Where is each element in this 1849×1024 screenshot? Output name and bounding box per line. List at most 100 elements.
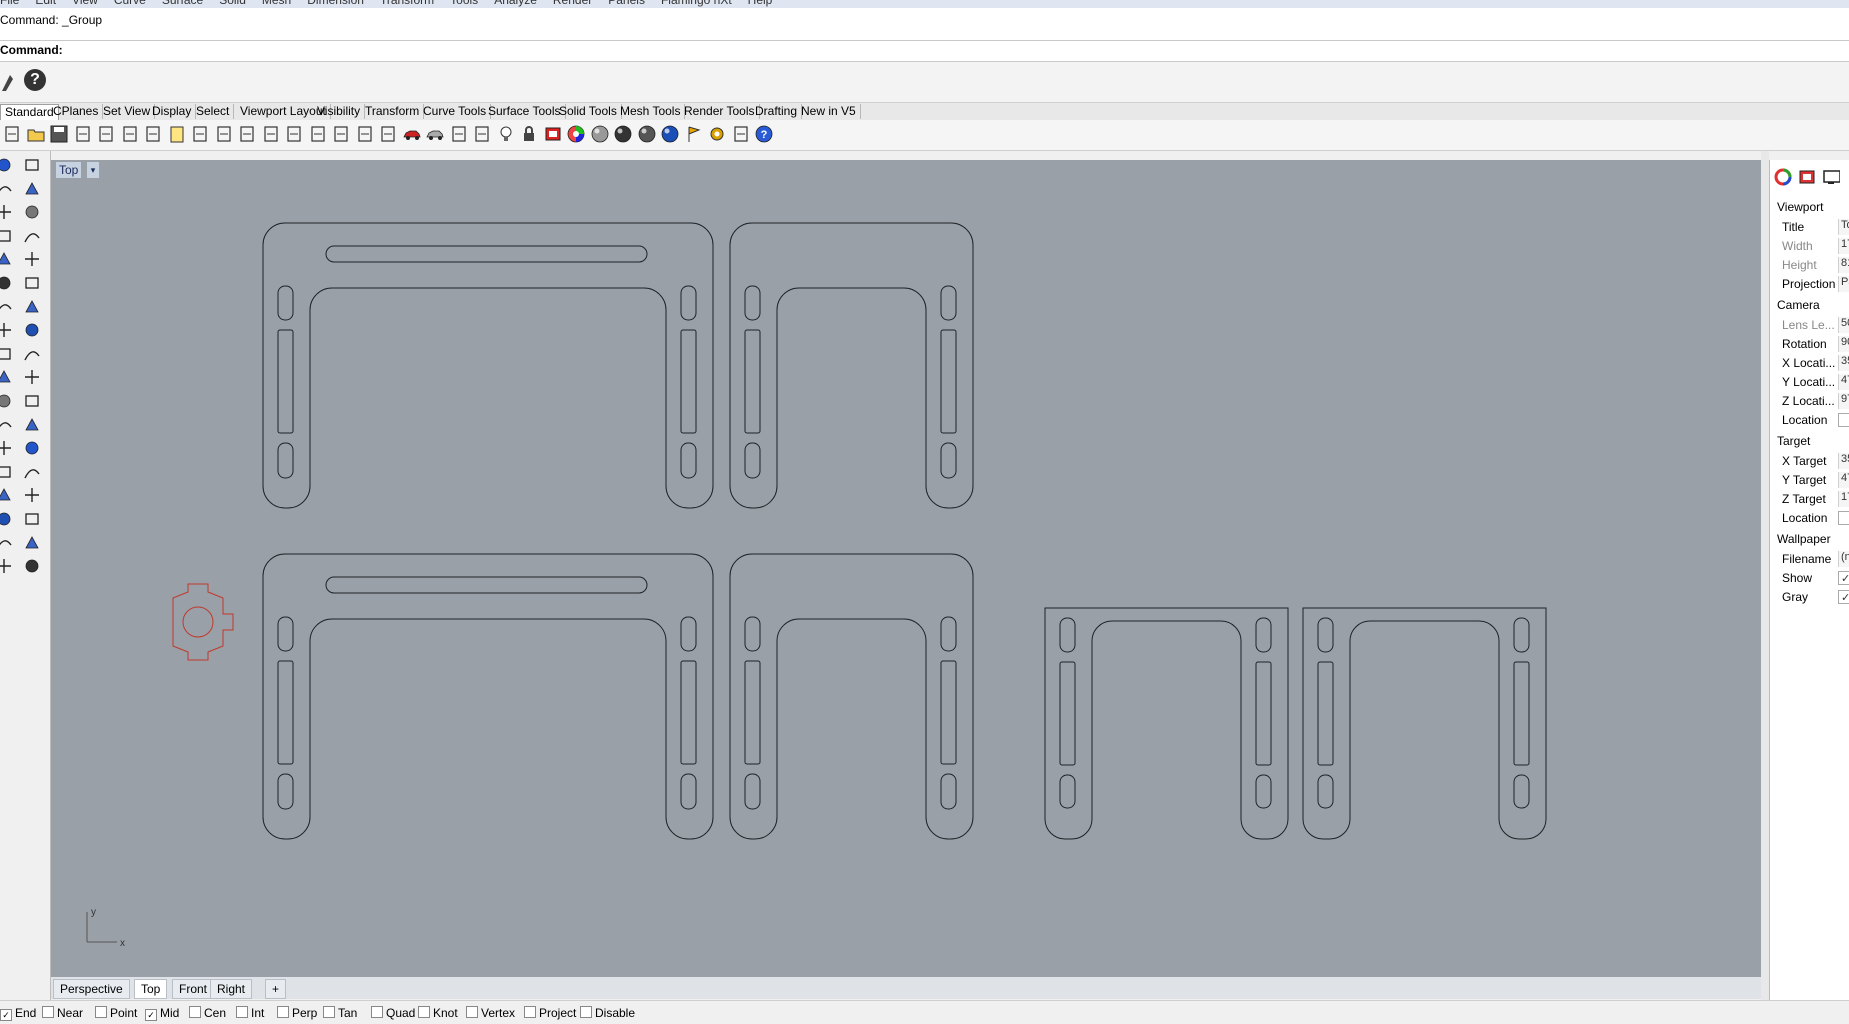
command-line[interactable]: Command: [0, 41, 1849, 62]
render-tool-icon[interactable] [0, 556, 14, 576]
property-value[interactable] [1838, 413, 1849, 427]
cut-icon[interactable] [120, 124, 140, 144]
loft-icon[interactable] [22, 273, 42, 293]
circle-icon[interactable] [0, 202, 14, 222]
sphere-dark-icon[interactable] [613, 124, 633, 144]
property-value[interactable]: ✓ [1838, 590, 1849, 604]
viewport-title-label[interactable]: Top [56, 162, 82, 178]
menu-item-2[interactable]: View [72, 0, 98, 7]
curve-icon[interactable] [0, 249, 14, 269]
toolbar-tab-surface-tools[interactable]: Surface Tools [484, 104, 566, 119]
toolbar-tab-drafting[interactable]: Drafting [751, 104, 803, 119]
surface-icon[interactable] [0, 273, 14, 293]
menu-item-9[interactable]: Tools [450, 0, 478, 7]
osnap-checkbox[interactable] [466, 1006, 478, 1018]
property-section-target[interactable]: Target [1777, 434, 1810, 448]
top-viewport[interactable]: yx [51, 160, 1761, 977]
layout-grid-icon[interactable] [378, 124, 398, 144]
mirror-icon[interactable] [22, 462, 42, 482]
menu-item-8[interactable]: Transform [380, 0, 434, 7]
toolbar-tab-display[interactable]: Display [148, 104, 197, 119]
layer-icon[interactable] [543, 124, 563, 144]
property-value[interactable]: 81 [1838, 257, 1849, 273]
group-icon[interactable] [22, 391, 42, 411]
osnap-checkbox[interactable] [277, 1006, 289, 1018]
pan-icon[interactable] [214, 124, 234, 144]
zoom-dynamic-icon[interactable] [331, 124, 351, 144]
toolbar-tab-render-tools[interactable]: Render Tools [680, 104, 760, 119]
rectangle-icon[interactable] [22, 226, 42, 246]
property-value[interactable]: 90 [1838, 336, 1849, 352]
line-icon[interactable] [0, 179, 14, 199]
part-small-1[interactable] [1044, 607, 1289, 840]
property-section-wallpaper[interactable]: Wallpaper [1777, 532, 1831, 546]
analysis-icon[interactable] [0, 533, 14, 553]
open-icon[interactable] [26, 124, 46, 144]
gear-tool-icon[interactable] [707, 124, 727, 144]
part-large-top[interactable] [262, 222, 714, 509]
property-section-camera[interactable]: Camera [1777, 298, 1820, 312]
flag-icon[interactable] [684, 124, 704, 144]
boolean-icon[interactable] [0, 391, 14, 411]
property-value[interactable]: 17 [1838, 491, 1849, 507]
menu-item-3[interactable]: Curve [114, 0, 146, 7]
property-value[interactable] [1838, 511, 1849, 525]
sphere-gray-icon[interactable] [590, 124, 610, 144]
car-icon[interactable] [402, 124, 422, 144]
osnap-checkbox[interactable]: ✓ [0, 1009, 12, 1021]
move-icon[interactable] [0, 438, 14, 458]
car-outline-icon[interactable] [425, 124, 445, 144]
property-value[interactable]: 47 [1838, 374, 1849, 390]
check-icon[interactable] [22, 533, 42, 553]
fillet-edge-icon[interactable] [0, 415, 14, 435]
menu-item-10[interactable]: Analyze [494, 0, 537, 7]
dimension-icon[interactable] [731, 124, 751, 144]
menu-item-11[interactable]: Render [553, 0, 592, 7]
osnap-checkbox[interactable] [323, 1006, 335, 1018]
osnap-checkbox[interactable] [580, 1006, 592, 1018]
osnap-project[interactable]: Project [524, 1006, 576, 1020]
array-icon[interactable] [0, 485, 14, 505]
property-value[interactable]: 35 [1838, 355, 1849, 371]
osnap-checkbox[interactable] [42, 1006, 54, 1018]
osnap-checkbox[interactable] [236, 1006, 248, 1018]
box-icon[interactable] [0, 297, 14, 317]
property-value[interactable]: 17 [1838, 238, 1849, 254]
plane-icon[interactable] [22, 320, 42, 340]
snap-icon[interactable] [472, 124, 492, 144]
osnap-int[interactable]: Int [236, 1006, 264, 1020]
trim-icon[interactable] [22, 344, 42, 364]
save-icon[interactable] [49, 124, 69, 144]
join-icon[interactable] [22, 367, 42, 387]
property-value[interactable]: 97 [1838, 393, 1849, 409]
polyline-icon[interactable] [22, 179, 42, 199]
select-icon[interactable] [0, 155, 14, 175]
osnap-checkbox[interactable] [95, 1006, 107, 1018]
print-icon[interactable] [73, 124, 93, 144]
material-tab-icon[interactable] [1798, 168, 1816, 186]
osnap-checkbox[interactable] [371, 1006, 383, 1018]
part-large-bottom[interactable] [262, 553, 714, 840]
panel-splitter[interactable] [1761, 151, 1769, 1001]
property-section-viewport[interactable]: Viewport [1777, 200, 1823, 214]
osnap-point[interactable]: Point [95, 1006, 137, 1020]
viewport-tab-top[interactable]: Top [134, 979, 168, 999]
viewport-menu-dropdown-icon[interactable]: ▾ [87, 162, 99, 178]
grid-snap-icon[interactable] [22, 485, 42, 505]
menu-item-14[interactable]: Help [748, 0, 773, 7]
menu-item-6[interactable]: Mesh [262, 0, 291, 7]
add-viewport-tab-icon[interactable]: + [265, 979, 287, 999]
color-wheel-icon[interactable] [566, 124, 586, 144]
menu-item-0[interactable]: File [0, 0, 19, 7]
zoom-window-icon[interactable] [261, 124, 281, 144]
toolbar-tab-new-in-v5[interactable]: New in V5 [797, 104, 861, 119]
property-value[interactable]: To [1838, 219, 1849, 235]
property-value[interactable]: (n [1838, 551, 1849, 567]
toolbar-tab-select[interactable]: Select [192, 104, 235, 119]
viewport-canvas[interactable]: yx [51, 160, 1761, 977]
osnap-checkbox[interactable] [189, 1006, 201, 1018]
offset-icon[interactable] [22, 415, 42, 435]
toolbar-tab-visibility[interactable]: Visibility [313, 104, 366, 119]
osnap-near[interactable]: Near [42, 1006, 83, 1020]
split-icon[interactable] [0, 367, 14, 387]
